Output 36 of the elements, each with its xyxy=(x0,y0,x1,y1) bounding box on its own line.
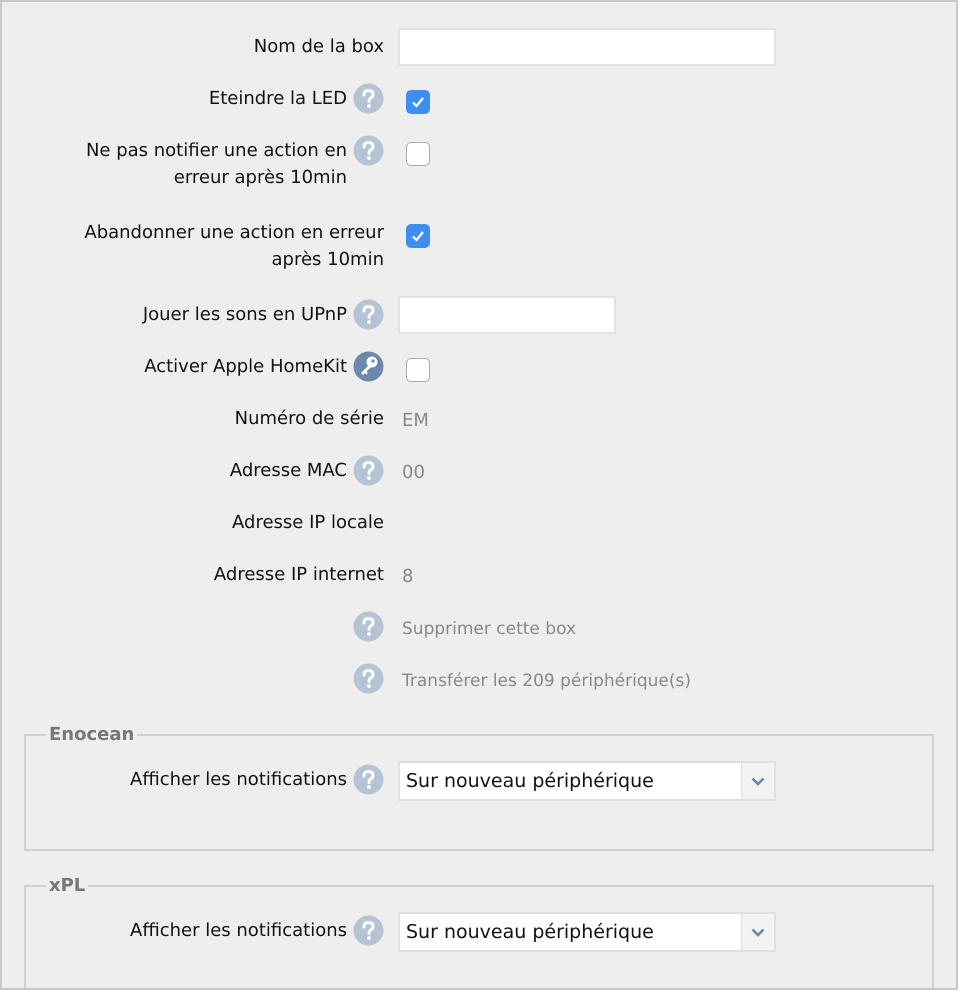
field-label: Eteindre la LED xyxy=(208,87,347,111)
chevron-down-icon xyxy=(751,928,765,936)
field-label: Jouer les sons en UPnP xyxy=(142,303,347,327)
field-label: Afficher les notifications xyxy=(130,768,347,792)
section-legend: Enocean xyxy=(46,724,138,745)
help-icon[interactable] xyxy=(353,915,384,946)
text-input[interactable] xyxy=(398,296,616,334)
info-value: 00 xyxy=(401,461,425,485)
help-icon[interactable] xyxy=(353,611,384,642)
help-icon[interactable] xyxy=(353,764,384,795)
help-icon[interactable] xyxy=(353,135,384,166)
field-label: Adresse MAC xyxy=(230,459,347,483)
field-label: Activer Apple HomeKit xyxy=(144,355,347,379)
field-label: Afficher les notifications xyxy=(130,919,347,943)
help-icon[interactable] xyxy=(353,83,384,114)
chevron-down-icon xyxy=(751,776,765,786)
help-icon[interactable] xyxy=(353,299,384,330)
checkbox[interactable] xyxy=(406,358,430,382)
checkbox[interactable] xyxy=(406,90,430,114)
dropdown[interactable]: Sur nouveau périphérique xyxy=(398,912,776,952)
field-label: Adresse IP locale xyxy=(232,511,384,535)
field-label: Nom de la box xyxy=(254,35,384,59)
field-label: Ne pas notifier une action en erreur après 10min xyxy=(84,139,347,190)
info-value: 8 xyxy=(401,565,414,589)
checkbox[interactable] xyxy=(406,142,430,166)
dropdown[interactable]: Sur nouveau périphérique xyxy=(398,761,776,801)
help-icon[interactable] xyxy=(353,455,384,486)
field-label: Adresse IP internet xyxy=(214,563,384,587)
key-icon[interactable] xyxy=(353,351,384,382)
field-label: Numéro de série xyxy=(234,407,384,431)
section-legend: xPL xyxy=(46,875,88,896)
checkbox[interactable] xyxy=(406,224,430,248)
text-input[interactable] xyxy=(398,28,776,66)
info-value: EM xyxy=(401,409,429,433)
help-icon[interactable] xyxy=(353,663,384,694)
field-label: Abandonner une action en erreur après 10min xyxy=(83,221,384,272)
